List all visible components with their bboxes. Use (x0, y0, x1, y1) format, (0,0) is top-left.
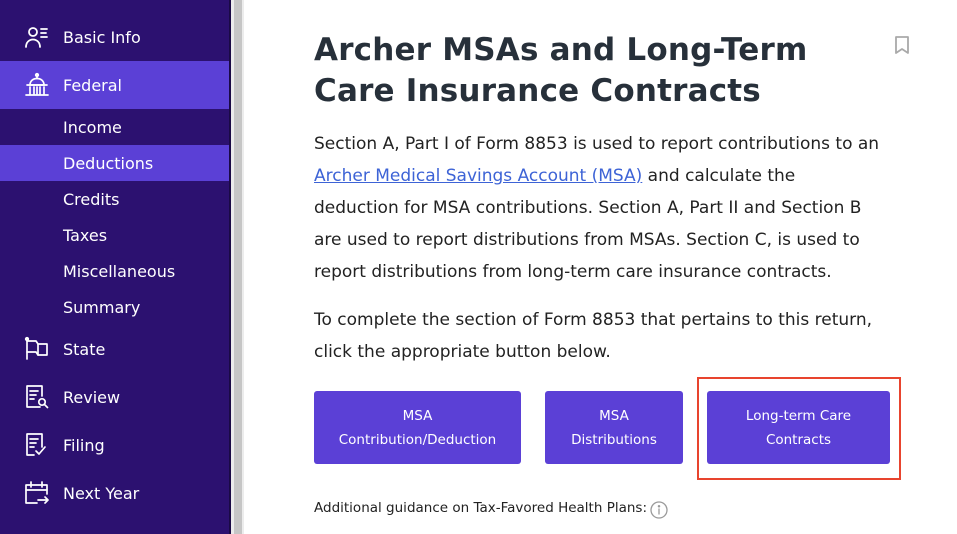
button-label: Contribution/Deduction (338, 431, 497, 448)
info-icon[interactable] (650, 501, 668, 519)
sidebar-item-label: Basic Info (63, 27, 141, 47)
long-term-care-contracts-button[interactable]: Long-term Care Contracts (707, 391, 890, 464)
intro-paragraph: Section A, Part I of Form 8853 is used t… (314, 128, 884, 288)
sidebar-item-federal[interactable]: Federal (0, 61, 229, 109)
sidebar-subitem-label: Credits (63, 189, 120, 209)
sidebar-subitem-miscellaneous[interactable]: Miscellaneous (0, 253, 229, 289)
sidebar-subitem-summary[interactable]: Summary (0, 289, 229, 325)
sidebar-subitem-label: Income (63, 117, 122, 137)
sidebar-subitem-income[interactable]: Income (0, 109, 229, 145)
button-label: Distributions (571, 431, 657, 448)
sidebar: Basic Info Federal Income Deductions Cre… (0, 0, 229, 534)
msa-distributions-button[interactable]: MSA Distributions (545, 391, 683, 464)
sidebar-subitem-label: Miscellaneous (63, 261, 176, 281)
sidebar-subitem-label: Taxes (63, 225, 108, 245)
button-label: Contracts (765, 431, 832, 448)
sidebar-item-label: State (63, 339, 106, 359)
sidebar-item-state[interactable]: State (0, 325, 229, 373)
capitol-building-icon (24, 72, 50, 98)
sidebar-subitem-taxes[interactable]: Taxes (0, 217, 229, 253)
sidebar-item-next-year[interactable]: Next Year (0, 469, 229, 517)
sidebar-subitem-label: Deductions (63, 153, 154, 173)
page-title: Archer MSAs and Long-Term Care Insurance… (314, 32, 808, 109)
calendar-arrow-icon (24, 480, 50, 506)
person-list-icon (24, 24, 50, 50)
document-search-icon (24, 384, 50, 410)
button-label: Long-term Care (745, 407, 852, 424)
archer-msa-link[interactable]: Archer Medical Savings Account (MSA) (314, 166, 642, 186)
msa-contribution-deduction-button[interactable]: MSA Contribution/Deduction (314, 391, 521, 464)
sidebar-item-label: Filing (63, 435, 105, 455)
sidebar-subitem-label: Summary (63, 297, 141, 317)
instruction-paragraph: To complete the section of Form 8853 tha… (314, 310, 873, 362)
sidebar-item-filing[interactable]: Filing (0, 421, 229, 469)
sidebar-item-review[interactable]: Review (0, 373, 229, 421)
sidebar-subitem-credits[interactable]: Credits (0, 181, 229, 217)
sidebar-subitem-deductions[interactable]: Deductions (0, 145, 229, 181)
scrollbar[interactable] (234, 0, 242, 534)
document-check-icon (24, 432, 50, 458)
sidebar-item-label: Next Year (63, 483, 140, 503)
button-label: MSA (599, 407, 629, 424)
sidebar-item-label: Review (63, 387, 121, 407)
sidebar-item-label: Federal (63, 75, 122, 95)
bookmark-icon[interactable] (893, 35, 911, 55)
intro-text: Section A, Part I of Form 8853 is used t… (314, 134, 880, 154)
sidebar-item-basic-info[interactable]: Basic Info (0, 13, 229, 61)
button-label: MSA (402, 407, 433, 424)
guidance-label: Additional guidance on Tax-Favored Healt… (314, 500, 647, 516)
flag-icon (24, 336, 50, 362)
